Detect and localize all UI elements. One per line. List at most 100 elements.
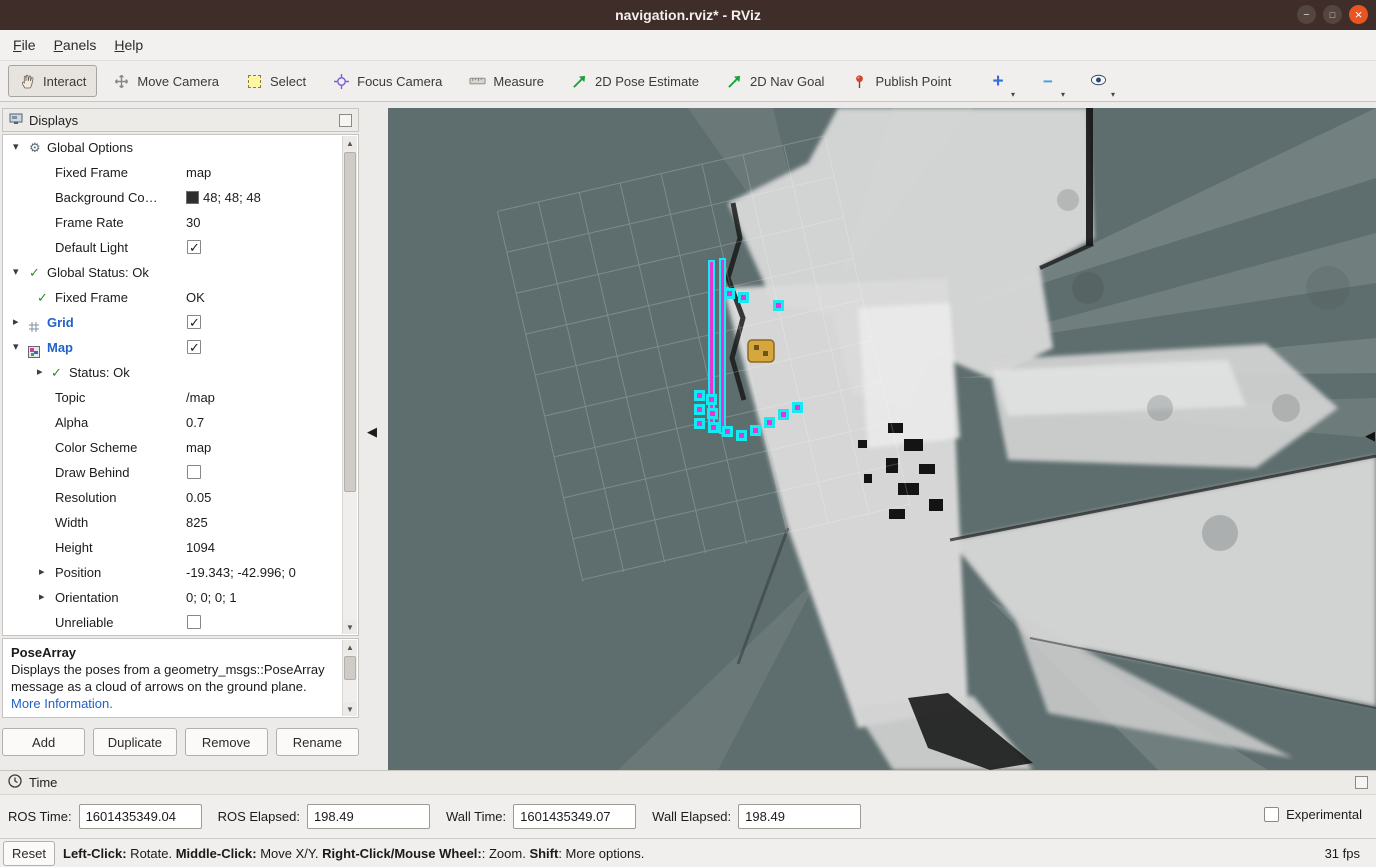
tool-label: Interact (43, 74, 86, 89)
displays-icon (9, 113, 23, 128)
duplicate-button[interactable]: Duplicate (93, 728, 176, 756)
window-controls (1297, 5, 1368, 24)
minimize-icon[interactable] (1297, 5, 1316, 24)
collapse-left-icon[interactable] (367, 424, 377, 440)
tree-label: Status: Ok (3, 360, 130, 385)
maximize-icon[interactable] (1323, 5, 1342, 24)
expander-icon[interactable] (37, 360, 43, 385)
add-tool-button[interactable] (985, 69, 1011, 95)
interact-tool-button[interactable]: Interact (8, 65, 97, 97)
experimental-toggle[interactable]: Experimental (1264, 807, 1362, 822)
tree-row[interactable]: Global Status: Ok (3, 260, 358, 285)
tree-row[interactable]: ⚙ Global Options (3, 135, 358, 160)
pose-estimate-tool-button[interactable]: 2D Pose Estimate (560, 65, 710, 97)
tree-row[interactable]: Position -19.343; -42.996; 0 (3, 560, 358, 585)
expander-icon[interactable] (13, 310, 19, 335)
collapse-right-icon[interactable] (1365, 428, 1375, 444)
expander-icon[interactable] (13, 135, 19, 160)
tree-row[interactable]: Orientation 0; 0; 0; 1 (3, 585, 358, 610)
tree-row[interactable]: Background Co… 48; 48; 48 (3, 185, 358, 210)
ros-time-field: ROS Time: (8, 804, 202, 829)
wall-time-label: Wall Time: (446, 809, 506, 824)
tree-value[interactable]: map (186, 160, 344, 185)
tree-row[interactable]: Alpha 0.7 (3, 410, 358, 435)
tree-row[interactable]: Draw Behind (3, 460, 358, 485)
tree-row[interactable]: Color Scheme map (3, 435, 358, 460)
measure-tool-button[interactable]: Measure (458, 65, 555, 97)
tree-label: Height (3, 535, 93, 560)
displays-panel-header[interactable]: Displays (2, 108, 359, 132)
tree-row[interactable]: Grid (3, 310, 358, 335)
help-segment: Right-Click/Mouse Wheel: (322, 846, 482, 861)
tree-row[interactable]: Status: Ok (3, 360, 358, 385)
panel-splitter[interactable] (359, 102, 388, 770)
tree-value[interactable]: 0; 0; 0; 1 (186, 585, 344, 610)
scroll-up-icon[interactable] (343, 136, 357, 150)
more-information-link[interactable]: More Information. (11, 696, 113, 711)
scrollbar-thumb[interactable] (344, 656, 356, 680)
tree-row[interactable]: Topic /map (3, 385, 358, 410)
focus-camera-tool-button[interactable]: Focus Camera (322, 65, 453, 97)
tool-properties-button[interactable] (1085, 69, 1111, 95)
expander-icon[interactable] (13, 260, 19, 285)
menu-help[interactable]: Help (105, 33, 152, 57)
ros-time-input[interactable] (79, 804, 202, 829)
tree-value[interactable]: OK (186, 285, 344, 310)
scroll-down-icon[interactable] (343, 620, 357, 634)
tree-value[interactable]: map (186, 435, 344, 460)
menu-file[interactable]: File (4, 33, 45, 57)
draw-behind-checkbox[interactable] (187, 465, 201, 479)
panel-float-button[interactable] (1355, 776, 1368, 789)
tree-row[interactable]: Default Light (3, 235, 358, 260)
tree-row[interactable]: Resolution 0.05 (3, 485, 358, 510)
map-enabled-checkbox[interactable] (187, 340, 201, 354)
tree-row[interactable]: Fixed Frame OK (3, 285, 358, 310)
move-camera-tool-button[interactable]: Move Camera (102, 65, 230, 97)
reset-button[interactable]: Reset (3, 841, 55, 866)
expander-icon[interactable] (39, 560, 45, 585)
tree-value[interactable]: 48; 48; 48 (186, 185, 344, 210)
expander-icon[interactable] (13, 335, 19, 360)
tree-row[interactable]: Frame Rate 30 (3, 210, 358, 235)
grid-enabled-checkbox[interactable] (187, 315, 201, 329)
nav-goal-tool-button[interactable]: 2D Nav Goal (715, 65, 835, 97)
tree-row[interactable]: Map (3, 335, 358, 360)
remove-tool-button[interactable] (1035, 69, 1061, 95)
scroll-down-icon[interactable] (343, 702, 357, 716)
tree-scrollbar[interactable] (342, 136, 357, 634)
default-light-checkbox[interactable] (187, 240, 201, 254)
remove-button[interactable]: Remove (185, 728, 268, 756)
close-icon[interactable] (1349, 5, 1368, 24)
ros-elapsed-input[interactable] (307, 804, 430, 829)
description-scrollbar[interactable] (342, 640, 357, 716)
tree-value[interactable]: 30 (186, 210, 344, 235)
unreliable-checkbox[interactable] (187, 615, 201, 629)
tree-value[interactable]: /map (186, 385, 344, 410)
experimental-checkbox[interactable] (1264, 807, 1279, 822)
tree-row[interactable]: Unreliable (3, 610, 358, 635)
status-bar: Reset Left-Click: Rotate. Middle-Click: … (0, 838, 1376, 867)
tree-row[interactable]: Height 1094 (3, 535, 358, 560)
tree-value[interactable]: 0.7 (186, 410, 344, 435)
scroll-up-icon[interactable] (343, 640, 357, 654)
panel-float-button[interactable] (339, 114, 352, 127)
add-button[interactable]: Add (2, 728, 85, 756)
wall-elapsed-input[interactable] (738, 804, 861, 829)
tree-value[interactable]: 0.05 (186, 485, 344, 510)
tree-label: Global Status: Ok (3, 260, 149, 285)
tree-value[interactable]: 825 (186, 510, 344, 535)
title-bar[interactable]: navigation.rviz* - RViz (0, 0, 1376, 30)
time-panel-header[interactable]: Time (0, 770, 1376, 795)
render-viewport-3d[interactable] (388, 108, 1376, 770)
rename-button[interactable]: Rename (276, 728, 359, 756)
tree-row[interactable]: Width 825 (3, 510, 358, 535)
wall-time-input[interactable] (513, 804, 636, 829)
tree-value[interactable]: -19.343; -42.996; 0 (186, 560, 344, 585)
select-tool-button[interactable]: Select (235, 65, 317, 97)
scrollbar-thumb[interactable] (344, 152, 356, 492)
expander-icon[interactable] (39, 585, 45, 610)
tree-row[interactable]: Fixed Frame map (3, 160, 358, 185)
tree-value[interactable]: 1094 (186, 535, 344, 560)
menu-panels[interactable]: Panels (45, 33, 106, 57)
publish-point-tool-button[interactable]: Publish Point (840, 65, 962, 97)
